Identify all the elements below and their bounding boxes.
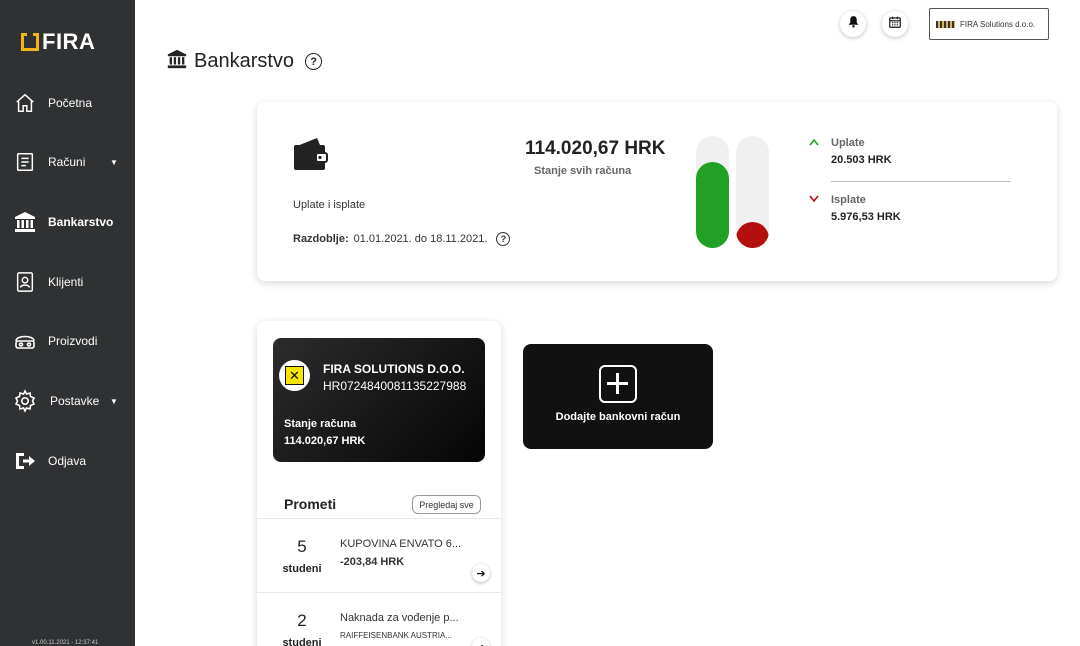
chevron-down-icon[interactable]: ▼ xyxy=(110,397,118,406)
bank-account-card[interactable]: ✕ FIRA SOLUTIONS D.O.O. HR07248400811352… xyxy=(273,338,485,462)
page-header: Bankarstvo ? xyxy=(166,48,323,75)
period: Razdoblje: 01.01.2021. do 18.11.2021. ? xyxy=(293,232,511,246)
payments-out-value: 5.976,53 HRK xyxy=(831,211,901,223)
sidebar: FIRA Početna Računi ▼ Bankarstvo Klijent… xyxy=(0,0,135,646)
total-balance: 114.020,67 HRK xyxy=(525,138,666,159)
company-flag-icon xyxy=(936,20,955,28)
sidebar-item-label: Proizvodi xyxy=(48,334,98,348)
add-bank-account-label: Dodajte bankovni račun xyxy=(555,411,681,423)
account-panel: ✕ FIRA SOLUTIONS D.O.O. HR07248400811352… xyxy=(257,321,501,646)
account-company: FIRA SOLUTIONS D.O.O. xyxy=(323,362,465,376)
sidebar-item-label: Postavke xyxy=(50,394,100,408)
payments-in-bar xyxy=(696,136,729,248)
contacts-icon xyxy=(13,270,37,294)
company-selector[interactable]: FIRA Solutions d.o.o. xyxy=(929,8,1049,40)
total-balance-caption: Stanje svih računa xyxy=(534,165,632,177)
account-balance-label: Stanje računa xyxy=(284,418,357,430)
account-balance: 114.020,67 HRK xyxy=(284,435,366,447)
home-icon xyxy=(13,91,37,115)
notifications-button[interactable] xyxy=(840,11,866,37)
sidebar-item-label: Klijenti xyxy=(48,275,84,289)
transaction-row[interactable]: 2 studeni Naknada za vođenje p... RAIFFE… xyxy=(257,592,501,646)
fira-logo-icon xyxy=(21,33,39,51)
raiffeisen-logo: ✕ xyxy=(279,360,310,391)
period-value: 01.01.2021. do 18.11.2021. xyxy=(353,233,488,245)
logo-text: FIRA xyxy=(42,29,96,54)
plus-icon xyxy=(599,365,637,403)
period-label: Razdoblje: xyxy=(293,233,349,245)
transaction-description: KUPOVINA ENVATO 6... xyxy=(340,538,462,550)
payments-in-label: Uplate xyxy=(831,137,865,149)
bank-logo-icon: ✕ xyxy=(285,366,304,385)
sidebar-item-racuni[interactable]: Računi ▼ xyxy=(0,142,135,182)
wallet-icon xyxy=(293,136,329,177)
gear-icon xyxy=(13,389,37,413)
payments-in-value: 20.503 HRK xyxy=(831,154,892,166)
sidebar-item-pocetna[interactable]: Početna xyxy=(0,83,135,123)
help-icon[interactable]: ? xyxy=(305,53,323,70)
bank-icon xyxy=(166,48,188,75)
sidebar-item-label: Bankarstvo xyxy=(48,215,114,229)
summary-subtitle: Uplate i isplate xyxy=(293,199,366,211)
transaction-month: studeni xyxy=(282,637,322,646)
transaction-bank: RAIFFEISENBANK AUSTRIA... xyxy=(340,631,453,640)
bank-icon xyxy=(13,210,37,234)
divider xyxy=(831,181,1011,182)
calendar-button[interactable] xyxy=(882,11,908,37)
payments-out-bar-fill xyxy=(736,222,769,248)
transaction-row[interactable]: 5 studeni KUPOVINA ENVATO 6... -203,84 H… xyxy=(257,518,501,592)
fira-logo[interactable]: FIRA xyxy=(21,29,95,55)
page-title: Bankarstvo xyxy=(194,50,295,72)
summary-card: Uplate i isplate Razdoblje: 01.01.2021. … xyxy=(257,102,1057,281)
transaction-month: studeni xyxy=(282,563,322,575)
chevron-up-icon xyxy=(809,137,819,149)
payments-out-label: Isplate xyxy=(831,194,866,206)
chevron-down-icon[interactable]: ▼ xyxy=(110,158,118,167)
transaction-day: 2 xyxy=(297,611,307,630)
sidebar-item-label: Računi xyxy=(48,155,86,169)
invoice-icon xyxy=(13,150,37,174)
sidebar-item-label: Odjava xyxy=(48,454,87,468)
arrow-right-icon[interactable]: ➔ xyxy=(472,638,490,646)
bell-icon xyxy=(847,15,860,33)
products-icon xyxy=(13,329,37,353)
sidebar-item-label: Početna xyxy=(48,96,93,110)
transaction-description: Naknada za vođenje p... xyxy=(340,612,459,624)
sidebar-item-postavke[interactable]: Postavke ▼ xyxy=(0,381,135,421)
sidebar-item-proizvodi[interactable]: Proizvodi xyxy=(0,321,135,361)
sidebar-item-odjava[interactable]: Odjava xyxy=(0,441,135,481)
chevron-down-icon xyxy=(809,194,819,206)
logout-icon xyxy=(13,449,37,473)
view-all-button[interactable]: Pregledaj sve xyxy=(412,495,481,514)
version-text: v1.00.11.2021 - 12:37:41 xyxy=(32,640,99,646)
company-name: FIRA Solutions d.o.o. xyxy=(960,19,1036,29)
arrow-right-icon[interactable]: ➔ xyxy=(472,564,490,582)
sidebar-item-bankarstvo[interactable]: Bankarstvo xyxy=(0,202,135,242)
transactions-title: Prometi xyxy=(284,496,337,512)
payments-out-bar xyxy=(736,136,769,248)
transaction-amount: -203,84 HRK xyxy=(340,556,405,568)
help-icon[interactable]: ? xyxy=(496,232,511,246)
transaction-day: 5 xyxy=(297,537,307,556)
account-iban: HR0724840081135227988 xyxy=(323,379,467,393)
add-bank-account-button[interactable]: Dodajte bankovni račun xyxy=(523,344,713,449)
calendar-icon xyxy=(888,15,902,34)
payments-in-bar-fill xyxy=(696,161,729,248)
sidebar-item-klijenti[interactable]: Klijenti xyxy=(0,262,135,302)
